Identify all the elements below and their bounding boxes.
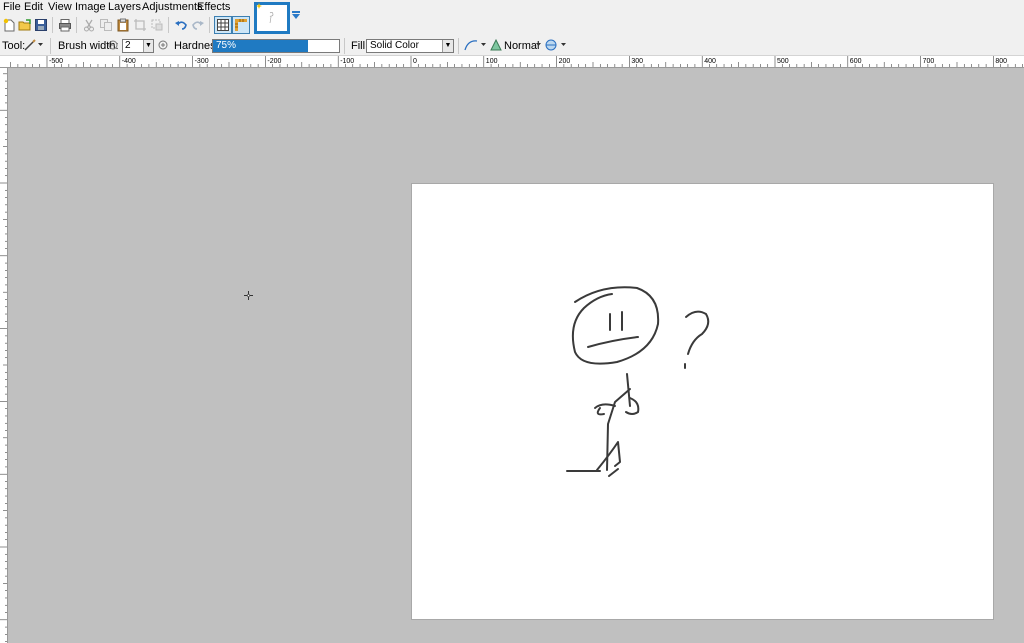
toolbar-separator [50,38,51,54]
save-icon[interactable] [33,17,49,33]
ruler-label: 0 [413,58,417,65]
grid-icon[interactable] [214,16,232,34]
undo-icon[interactable] [173,17,189,33]
paintbrush-icon[interactable] [24,39,36,51]
image-list-dropdown-icon[interactable] [292,11,300,19]
blend-mode-icon [490,39,502,51]
image-canvas[interactable] [411,183,994,620]
ruler-label: 800 [995,58,1007,65]
antialiasing-dropdown-icon[interactable] [481,43,486,47]
menu-image[interactable]: Image [75,1,106,13]
ruler-label: 200 [559,58,571,65]
antialiasing-icon[interactable] [464,39,478,51]
new-image-icon[interactable] [1,17,17,33]
horizontal-ruler: -500 -400 -300 -200 -100 0 100 200 300 400 500 600 7… [0,56,1024,68]
ruler-label: 100 [486,58,498,65]
fill-select[interactable]: Solid Color ▼ [366,39,454,53]
open-icon[interactable] [17,17,33,33]
menu-file[interactable]: File [3,1,21,13]
deselect-icon[interactable] [149,17,165,33]
tool-label: Tool: [2,40,26,52]
unsaved-star-icon [256,3,262,9]
selection-mode-dropdown-icon[interactable] [561,43,566,47]
hardness-value: 75% [216,40,237,51]
increase-width-icon[interactable] [158,40,168,50]
menu-layers[interactable]: Layers [108,1,141,13]
menu-adjustments[interactable]: Adjustments [142,1,203,13]
toolbar-separator [344,38,345,54]
cut-icon[interactable] [81,17,97,33]
ruler-label: 400 [704,58,716,65]
tool-dropdown-icon[interactable] [38,43,43,47]
brush-width-value: 2 [125,40,131,51]
ruler-label: 600 [850,58,862,65]
redo-icon[interactable] [190,17,206,33]
tool-options-bar: Tool: Brush width: 2 ▼ Hardness: 75% Fil… [0,36,1024,56]
ruler-label: -200 [267,58,281,65]
toolbar-separator [168,17,169,33]
ruler-label: -500 [49,58,63,65]
blend-mode-dropdown-icon[interactable] [536,43,541,47]
menu-edit[interactable]: Edit [24,1,43,13]
crop-icon[interactable] [132,17,148,33]
fill-value: Solid Color [370,40,419,51]
hardness-slider[interactable]: 75% [212,39,340,53]
paste-icon[interactable] [115,17,131,33]
menu-effects[interactable]: Effects [197,1,230,13]
rulers-icon[interactable] [232,16,250,34]
ruler-label: -100 [340,58,354,65]
toolbar-separator [209,17,210,33]
ruler-label: -400 [122,58,136,65]
toolbar-separator [76,17,77,33]
selection-mode-icon[interactable] [545,39,557,51]
menu-view[interactable]: View [48,1,72,13]
decrease-width-icon[interactable] [108,40,118,50]
ruler-label: -300 [195,58,209,65]
blend-mode-value[interactable]: Normal [504,40,539,52]
menu-bar: File Edit View Image Layers Adjustments … [0,0,1024,14]
ruler-label: 500 [777,58,789,65]
print-icon[interactable] [57,17,73,33]
vertical-ruler [0,68,8,643]
toolbar-separator [458,38,459,54]
fill-dropdown-icon[interactable]: ▼ [442,40,453,52]
brush-width-dropdown-icon[interactable]: ▼ [143,40,153,52]
copy-icon[interactable] [98,17,114,33]
brush-width-input[interactable]: 2 ▼ [122,39,154,53]
stick-figure-drawing [566,286,710,477]
crosshair-cursor-icon [244,291,253,300]
toolbar-separator [52,17,53,33]
main-toolbar [0,14,1024,36]
ruler-label: 700 [923,58,935,65]
ruler-label: 300 [631,58,643,65]
